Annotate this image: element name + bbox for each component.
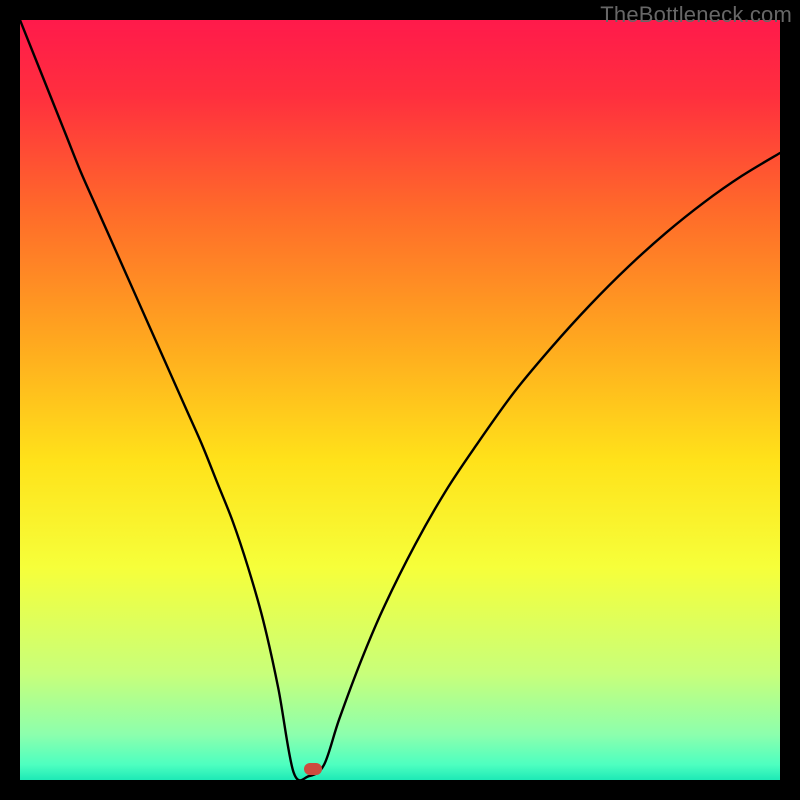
watermark-text: TheBottleneck.com	[600, 2, 792, 28]
chart-frame: TheBottleneck.com	[0, 0, 800, 800]
gradient-background	[20, 20, 780, 780]
current-config-marker	[304, 763, 322, 775]
chart-plot	[20, 20, 780, 780]
